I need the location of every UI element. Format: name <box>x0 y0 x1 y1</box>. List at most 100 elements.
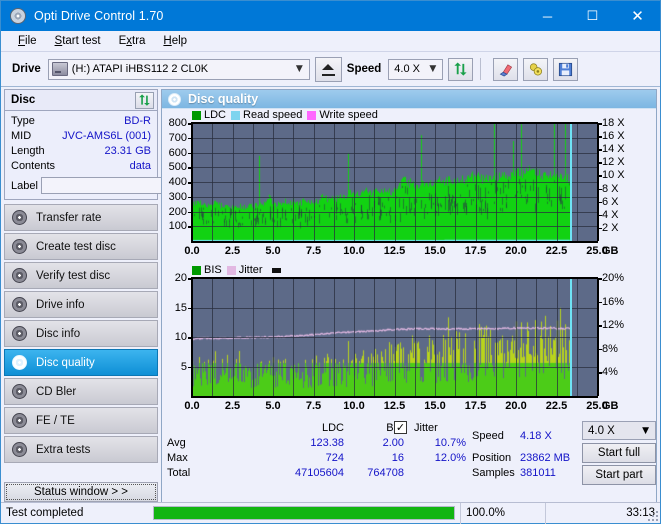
stats-ldc-avg: 123.38 <box>310 437 344 449</box>
disc-row-contents: Contents data <box>11 159 151 174</box>
y2-axis-tick-label: 8% <box>602 342 618 355</box>
app-disc-icon <box>10 8 26 24</box>
y-axis-tick <box>188 123 192 125</box>
erase-icon <box>499 63 512 76</box>
speed-label: Speed <box>346 63 382 75</box>
stats-bis-avg: 2.00 <box>382 437 404 449</box>
sidebar-item-disc-quality[interactable]: Disc quality <box>4 349 158 376</box>
stats-bis-max: 16 <box>391 452 404 464</box>
disc-refresh-button[interactable] <box>135 91 154 109</box>
legend-swatch-jitter <box>226 265 236 275</box>
speed-select[interactable]: 4.0 X ▼ <box>388 58 444 80</box>
disc-quality-panel: Disc quality LDC Read speed Write speed … <box>161 89 657 504</box>
disc-label-key: Label <box>11 179 38 192</box>
menu-item-file[interactable]: File <box>9 34 46 48</box>
legend-swatch-read-speed <box>231 110 241 120</box>
y2-axis-tick-label: 18 X <box>602 117 625 129</box>
disc-row-type: Type BD-R <box>11 114 151 129</box>
disc-label-row: Label <box>11 177 237 194</box>
y-axis-tick-label: 500 <box>168 161 187 174</box>
x-axis-tick-label: 12.5 <box>383 400 406 412</box>
start-part-button[interactable]: Start part <box>582 465 656 485</box>
y2-axis-tick <box>598 123 602 125</box>
y2-axis-tick-label: 8 X <box>602 182 619 195</box>
drive-select[interactable]: (H:) ATAPI iHBS112 2 CL0K ▼ <box>47 58 310 80</box>
refresh-icon <box>139 93 150 106</box>
status-bar: Test completed 100.0% 33:13 <box>1 502 660 524</box>
maximize-button[interactable]: ☐ <box>570 1 615 31</box>
legend-item-ldc: LDC <box>192 109 226 121</box>
disc-row-mid: MID JVC-AMS6L (001) <box>11 129 151 144</box>
sidebar-item-label: Drive info <box>36 298 85 311</box>
legend-label-write-speed: Write speed <box>319 109 378 121</box>
y-axis-tick <box>188 211 192 213</box>
menu-item-start-test[interactable]: Start test <box>46 34 110 48</box>
disc-quality-icon <box>168 92 181 106</box>
stats-row-max: Max <box>167 452 188 464</box>
sidebar-item-label: Disc info <box>36 327 81 340</box>
stats-row-total: Total <box>167 467 191 479</box>
stats-jitter-max: 12.0% <box>434 452 466 464</box>
body-area: Disc Type BD-R MID JVC-AMS6L (001) Lengt… <box>1 87 660 504</box>
sidebar-item-drive-info[interactable]: Drive info <box>4 291 158 318</box>
sidebar-item-disc-info[interactable]: Disc info <box>4 320 158 347</box>
x-axis-tick-label: 5.0 <box>265 245 281 257</box>
menu-item-extra[interactable]: Extra <box>110 34 155 48</box>
disc-panel: Disc Type BD-R MID JVC-AMS6L (001) Lengt… <box>4 89 237 200</box>
sidebar-item-transfer-rate[interactable]: Transfer rate <box>4 204 158 231</box>
sidebar-item-verify-test-disc[interactable]: Verify test disc <box>4 262 158 289</box>
progress-bar-cell <box>148 503 460 524</box>
disc-icon <box>12 239 27 254</box>
chevron-down-icon: ▼ <box>295 64 303 74</box>
window-title: Opti Drive Control 1.70 <box>34 9 164 23</box>
save-button[interactable] <box>553 57 579 81</box>
y-axis-tick <box>188 278 192 280</box>
axis-line <box>191 241 598 243</box>
x-axis-tick-label: 10.0 <box>343 245 365 257</box>
close-button[interactable]: ✕ <box>615 1 660 31</box>
jitter-label: Jitter <box>414 422 438 434</box>
y2-axis-tick <box>598 188 602 191</box>
y2-axis-tick-label: 20% <box>602 272 625 284</box>
refresh-button[interactable] <box>448 57 474 81</box>
disc-row-mid-key: MID <box>11 130 32 142</box>
menu-item-help[interactable]: Help <box>154 34 196 48</box>
x-axis-tick-label: 20.0 <box>505 400 527 412</box>
disc-row-type-value: BD-R <box>124 115 151 127</box>
stats-panel: LDC BIS Avg 123.38 2.00 Max 724 16 Total… <box>162 419 656 503</box>
refresh-icon <box>454 61 467 76</box>
x-axis-tick-label: 22.5 <box>545 245 568 257</box>
status-window-button[interactable]: Status window > > <box>4 482 158 502</box>
x-axis-tick-label: 17.5 <box>464 400 487 412</box>
legend-label-read-speed: Read speed <box>243 109 303 121</box>
legend-label-bis: BIS <box>204 264 222 276</box>
gridline-horizontal <box>192 167 597 169</box>
test-speed-select[interactable]: 4.0 X ▼ <box>582 421 656 440</box>
disc-panel-header: Disc <box>5 90 157 111</box>
sidebar-item-extra-tests[interactable]: Extra tests <box>4 436 158 463</box>
bookmark-button[interactable] <box>523 57 549 81</box>
eject-button[interactable] <box>314 56 342 82</box>
sidebar-item-label: Disc quality <box>36 356 95 369</box>
gridline-horizontal <box>192 152 597 154</box>
y-axis-tick-label: 10 <box>174 331 187 343</box>
disc-row-length-value: 23.31 GB <box>104 145 151 157</box>
sidebar-item-fe-te[interactable]: FE / TE <box>4 407 158 434</box>
resize-grip-icon[interactable] <box>648 511 658 521</box>
axis-line <box>191 277 598 279</box>
chevron-down-icon: ▼ <box>642 425 649 436</box>
app-window: Opti Drive Control 1.70 ─ ☐ ✕ File Start… <box>0 0 661 524</box>
sidebar-item-cd-bler[interactable]: CD Bler <box>4 378 158 405</box>
sidebar-item-create-test-disc[interactable]: Create test disc <box>4 233 158 260</box>
minimize-button[interactable]: ─ <box>525 1 570 31</box>
start-full-button[interactable]: Start full <box>582 443 656 463</box>
jitter-checkbox[interactable]: ✓ <box>394 421 407 434</box>
stats-ldc-max: 724 <box>325 452 344 464</box>
disc-quality-header: Disc quality <box>162 90 656 109</box>
disc-panel-title: Disc <box>11 94 36 106</box>
sidebar-item-label: Verify test disc <box>36 269 111 282</box>
y2-axis-tick-label: 4 X <box>602 208 619 221</box>
stats-row-avg: Avg <box>167 437 186 449</box>
disc-row-mid-value: JVC-AMS6L (001) <box>62 130 151 142</box>
erase-button[interactable] <box>493 57 519 81</box>
